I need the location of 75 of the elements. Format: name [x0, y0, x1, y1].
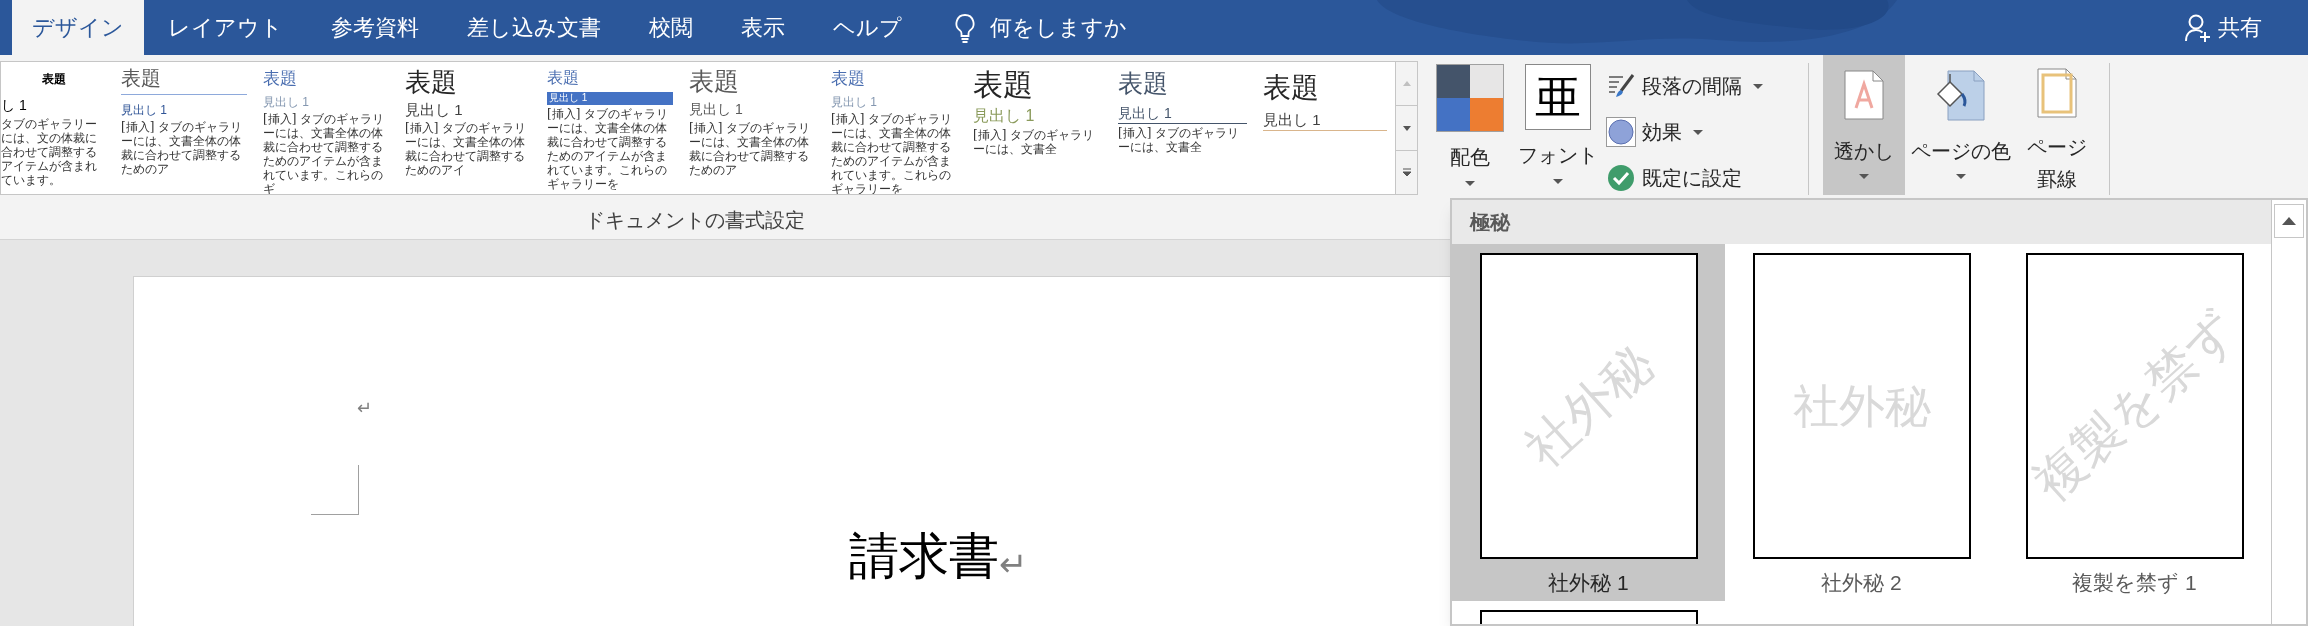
- style-body-text: [挿入] タブのギャラリーには、文書全体の体裁に合わせて調整するためのア: [689, 119, 812, 177]
- colors-button[interactable]: 配色: [1434, 64, 1506, 187]
- watermark-icon: [1844, 67, 1884, 123]
- format-button[interactable]: 段落の間隔: [1606, 67, 1806, 105]
- ribbon-tab[interactable]: 校閲: [625, 0, 717, 55]
- style-heading: 見出し 1: [1118, 105, 1247, 124]
- margin-corner-mark: [311, 465, 359, 515]
- caret-icon: [1692, 128, 1704, 136]
- ribbon-tab[interactable]: デザイン: [12, 0, 144, 55]
- style-title: 表題: [41, 71, 67, 88]
- style-thumbnail[interactable]: 表題 見出し 1 [挿入] タブのギャラリーには、文書全: [1110, 62, 1255, 194]
- style-heading: し 1: [1, 97, 28, 115]
- document-title: 請求書: [849, 531, 999, 581]
- style-heading: 見出し 1: [831, 95, 878, 111]
- ribbon-tab[interactable]: レイアウト: [144, 0, 307, 55]
- style-thumbnail[interactable]: 表題 見出し 1 [挿入] タブのギャラリーには、文書全体の体裁に合わせて調整するためのアイテムが含まれています。これらのギャラリーを: [539, 62, 681, 194]
- paragraph-mark: ↵: [999, 547, 1027, 581]
- scroll-up-button[interactable]: [2274, 204, 2304, 238]
- style-heading: 見出し 1: [973, 105, 1036, 126]
- caret-icon: [1752, 82, 1764, 90]
- style-title: 表題: [831, 68, 866, 90]
- share-button[interactable]: 共有: [2184, 0, 2308, 55]
- style-thumbnail[interactable]: 表題 見出し 1: [1255, 62, 1395, 194]
- style-title: 表題: [1118, 68, 1169, 99]
- style-heading: 見出し 1: [121, 102, 168, 118]
- style-title: 表題: [405, 66, 458, 99]
- style-body-text: [挿入] タブのギャラリーには、文書全: [1118, 124, 1241, 154]
- format-button[interactable]: 効果: [1606, 113, 1806, 151]
- style-thumbnail[interactable]: 表題 見出し 1 [挿入] タブのギャラリーには、文書全体の体裁に合わせて調整するためのアイ: [397, 62, 539, 194]
- fonts-button[interactable]: 亜 フォント: [1518, 64, 1598, 185]
- effects-icon: [1606, 117, 1636, 147]
- ribbon-tab[interactable]: 差し込み文書: [443, 0, 625, 55]
- page-color-icon: [1934, 67, 1988, 123]
- style-thumbnail[interactable]: 表題 見出し 1 [挿入] タブのギャラリーには、文書全体の体裁に合わせて調整するためのア: [681, 62, 823, 194]
- style-title: 表題: [263, 68, 298, 90]
- checkmark-icon: [1606, 163, 1636, 193]
- page-background-button[interactable]: ページ罫線: [2017, 55, 2097, 195]
- style-heading: 見出し 1: [405, 100, 464, 120]
- style-title: 表題: [973, 67, 1034, 103]
- style-thumbnail[interactable]: 表題 し 1 タブのギャラリーには、文の体裁に合わせて調整するアイテムが含まれています。: [1, 62, 113, 194]
- lightbulb-icon[interactable]: [954, 12, 976, 43]
- style-heading: 見出し 1: [1263, 111, 1387, 131]
- style-title: 表題: [689, 66, 740, 97]
- style-title: 表題: [121, 62, 247, 95]
- style-heading: 見出し 1: [263, 95, 310, 111]
- tell-me-field[interactable]: 何をしますか: [990, 11, 1127, 44]
- style-body-text: [挿入] タブのギャラリーには、文書全: [973, 126, 1096, 156]
- page-background-button[interactable]: 透かし: [1823, 55, 1905, 195]
- page-border-icon: [2037, 67, 2077, 119]
- caret-icon: [1858, 173, 1870, 180]
- ribbon-tab[interactable]: 表示: [717, 0, 809, 55]
- style-title: 表題: [547, 68, 580, 88]
- paragraph-mark: ↵: [357, 399, 372, 417]
- style-heading: 見出し 1: [547, 92, 673, 105]
- caret-icon: [1552, 178, 1564, 185]
- style-body-text: [挿入] タブのギャラリーには、文書全体の体裁に合わせて調整するためのアイテムが含まれています。これらのギャラリーを: [547, 105, 670, 191]
- group-label: ドキュメントの書式設定: [584, 207, 806, 233]
- page-background-button[interactable]: ページの色: [1905, 55, 2017, 195]
- format-button[interactable]: 既定に設定: [1606, 159, 1806, 197]
- caret-icon: [1464, 180, 1476, 187]
- category-header: 極秘: [1470, 210, 1510, 235]
- style-thumbnail[interactable]: 表題 見出し 1 [挿入] タブのギャラリーには、文書全体の体裁に合わせて調整するためのア: [113, 62, 255, 194]
- person-add-icon: [2184, 12, 2212, 43]
- style-body-text: タブのギャラリーには、文の体裁に合わせて調整するアイテムが含まれています。: [1, 115, 98, 187]
- style-body-text: [挿入] タブのギャラリーには、文書全体の体裁に合わせて調整するためのアイ: [405, 120, 528, 178]
- caret-icon: [1955, 173, 1967, 180]
- scroll-up-icon: [2281, 216, 2297, 226]
- style-title: 表題: [1263, 71, 1320, 105]
- style-body-text: [挿入] タブのギャラリーには、文書全体の体裁に合わせて調整するためのア: [121, 119, 244, 176]
- style-heading: 見出し 1: [689, 101, 744, 119]
- color-palette-icon: [1436, 64, 1504, 132]
- font-sample-icon: 亜: [1525, 64, 1591, 130]
- style-thumbnail[interactable]: 表題 見出し 1 [挿入] タブのギャラリーには、文書全: [965, 62, 1110, 194]
- ribbon-tab[interactable]: 参考資料: [307, 0, 443, 55]
- ribbon-tab[interactable]: ヘルプ: [809, 0, 926, 55]
